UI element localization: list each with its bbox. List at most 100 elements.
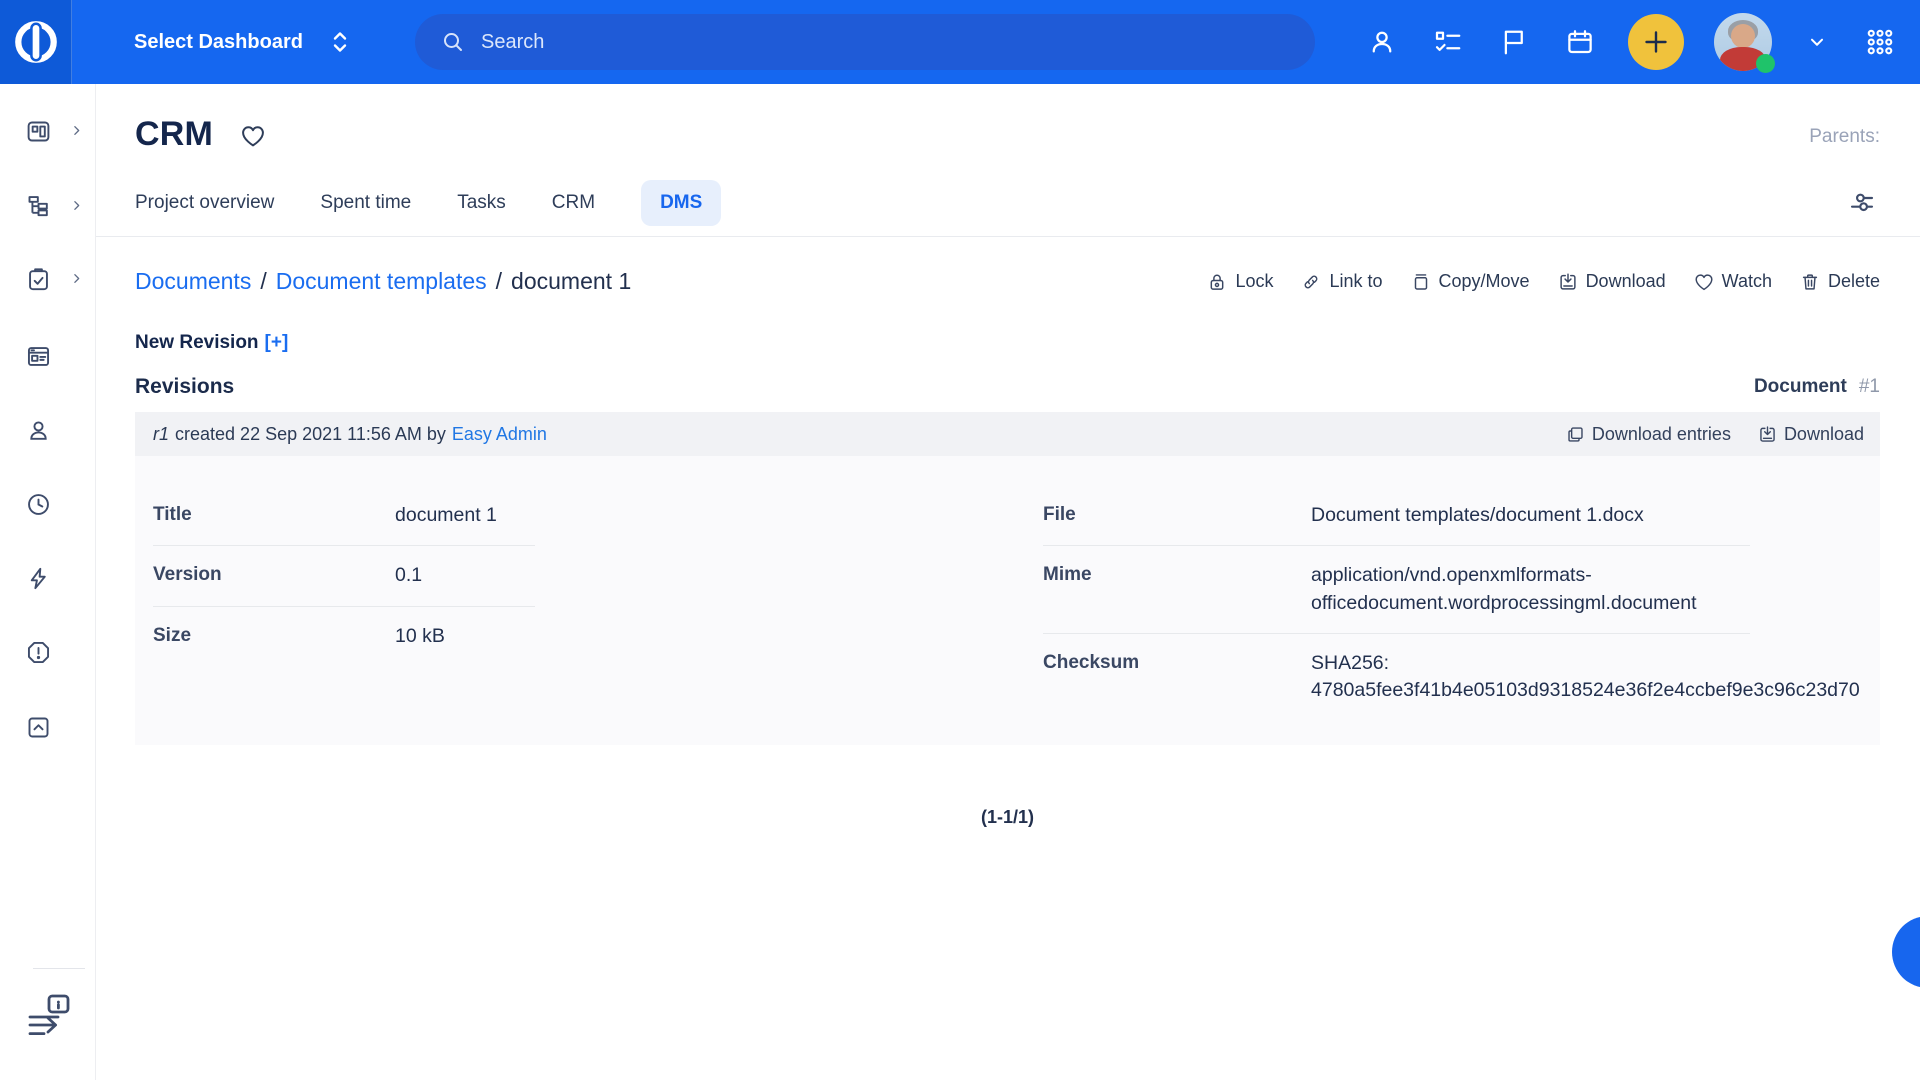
revision-details-right: File Document templates/document 1.docx … bbox=[1043, 486, 1750, 720]
document-number: #1 bbox=[1859, 376, 1880, 398]
tab-project-overview[interactable]: Project overview bbox=[135, 180, 274, 226]
heart-icon bbox=[1693, 271, 1715, 293]
detail-row-version: Version 0.1 bbox=[153, 546, 535, 606]
revision-card: r1 created 22 Sep 2021 11:56 AM by Easy … bbox=[135, 412, 1880, 745]
online-status-dot bbox=[1756, 54, 1775, 73]
header-divider bbox=[96, 236, 1920, 237]
watch-button[interactable]: Watch bbox=[1693, 271, 1772, 293]
detail-row-checksum: Checksum SHA256: 4780a5fee3f41b4e05103d9… bbox=[1043, 634, 1750, 721]
delete-button[interactable]: Delete bbox=[1799, 271, 1880, 293]
detail-value: 10 kB bbox=[395, 623, 535, 650]
flag-icon bbox=[1499, 27, 1529, 57]
detail-value: document 1 bbox=[395, 502, 535, 529]
project-tabs: Project overview Spent time Tasks CRM DM… bbox=[135, 178, 1880, 228]
lightning-icon bbox=[25, 565, 52, 592]
tab-dms[interactable]: DMS bbox=[641, 180, 721, 226]
expand-chevrons-icon bbox=[329, 29, 351, 55]
sidebar-item-quick-actions[interactable] bbox=[0, 554, 96, 602]
detail-row-title: Title document 1 bbox=[153, 486, 535, 546]
sidebar-item-pages[interactable] bbox=[0, 332, 96, 380]
breadcrumb-current-document: document 1 bbox=[511, 268, 631, 295]
link-to-button[interactable]: Link to bbox=[1300, 271, 1382, 293]
document-label: Document bbox=[1754, 376, 1847, 398]
search-input[interactable] bbox=[481, 31, 1261, 54]
quick-add-button[interactable] bbox=[1628, 14, 1684, 70]
easy-redmine-logo-icon bbox=[11, 17, 61, 67]
dashboard-selector[interactable]: Select Dashboard bbox=[134, 29, 351, 55]
revision-download-label: Download bbox=[1784, 424, 1864, 445]
revision-id: r1 bbox=[153, 424, 169, 445]
revisions-heading: Revisions bbox=[135, 375, 234, 399]
sidebar-item-dashboards[interactable] bbox=[0, 107, 96, 155]
download-button[interactable]: Download bbox=[1557, 271, 1666, 293]
detail-value: Document templates/document 1.docx bbox=[1311, 502, 1748, 529]
revision-author-link[interactable]: Easy Admin bbox=[452, 424, 547, 445]
detail-value: 0.1 bbox=[395, 562, 535, 589]
user-menu-button[interactable] bbox=[1364, 24, 1400, 60]
document-actions-toolbar: Lock Link to Copy/Move bbox=[1206, 271, 1880, 293]
new-revision-label: New Revision bbox=[135, 332, 259, 353]
topbar-actions bbox=[1364, 0, 1898, 84]
detail-label: Title bbox=[153, 502, 395, 529]
sidebar-item-updates[interactable] bbox=[0, 703, 96, 751]
tab-settings-button[interactable] bbox=[1846, 186, 1878, 218]
sidebar-item-time[interactable] bbox=[0, 480, 96, 528]
tab-tasks[interactable]: Tasks bbox=[457, 180, 506, 226]
dashboard-icon bbox=[25, 118, 52, 145]
user-icon bbox=[1367, 27, 1397, 57]
delete-label: Delete bbox=[1828, 271, 1880, 292]
profile-menu-caret[interactable] bbox=[1802, 27, 1832, 57]
sidebar-item-tasks[interactable] bbox=[0, 255, 96, 303]
link-icon bbox=[1300, 271, 1322, 293]
apps-grid-button[interactable] bbox=[1862, 24, 1898, 60]
new-revision-link[interactable]: New Revision [+] bbox=[135, 332, 288, 354]
revision-download-button[interactable]: Download bbox=[1757, 424, 1864, 445]
tasks-checklist-button[interactable] bbox=[1430, 24, 1466, 60]
new-revision-plus: [+] bbox=[265, 332, 289, 353]
search-bar[interactable] bbox=[415, 14, 1315, 70]
calendar-button[interactable] bbox=[1562, 24, 1598, 60]
chevron-up-square-icon bbox=[25, 714, 52, 741]
tab-crm[interactable]: CRM bbox=[552, 180, 595, 226]
breadcrumb-document-templates-link[interactable]: Document templates bbox=[276, 268, 487, 295]
project-header: CRM Parents: bbox=[135, 84, 1880, 162]
download-icon bbox=[1757, 424, 1778, 445]
document-toolbar-row: Documents / Document templates / documen… bbox=[135, 268, 1880, 295]
user-avatar[interactable] bbox=[1714, 13, 1772, 71]
sidebar-divider bbox=[33, 968, 85, 969]
link-to-label: Link to bbox=[1329, 271, 1382, 292]
copy-icon bbox=[1410, 271, 1432, 293]
download-label: Download bbox=[1586, 271, 1666, 292]
copy-move-label: Copy/Move bbox=[1439, 271, 1530, 292]
search-icon bbox=[441, 30, 465, 54]
detail-label: Mime bbox=[1043, 562, 1311, 617]
page-title: CRM bbox=[135, 115, 213, 154]
tab-spent-time[interactable]: Spent time bbox=[320, 180, 411, 226]
clock-icon bbox=[25, 491, 52, 518]
chevron-down-icon bbox=[1806, 31, 1828, 53]
tree-structure-icon bbox=[25, 193, 52, 220]
revision-details: Title document 1 Version 0.1 Size 10 kB … bbox=[135, 456, 1880, 745]
breadcrumb-separator: / bbox=[260, 268, 266, 295]
revision-details-left: Title document 1 Version 0.1 Size 10 kB bbox=[153, 486, 535, 666]
copy-move-button[interactable]: Copy/Move bbox=[1410, 271, 1530, 293]
checklist-icon bbox=[1433, 27, 1463, 57]
lock-label: Lock bbox=[1235, 271, 1273, 292]
sidebar-item-alerts[interactable] bbox=[0, 628, 96, 676]
user-icon bbox=[25, 417, 52, 444]
chevron-right-icon bbox=[70, 199, 83, 212]
browser-window-icon bbox=[25, 343, 52, 370]
pagination-indicator: (1-1/1) bbox=[135, 807, 1880, 828]
calendar-icon bbox=[1565, 27, 1595, 57]
breadcrumb-separator: / bbox=[496, 268, 502, 295]
sidebar-help-exit-button[interactable] bbox=[24, 990, 76, 1042]
download-entries-button[interactable]: Download entries bbox=[1565, 424, 1731, 445]
sidebar-item-projects-tree[interactable] bbox=[0, 182, 96, 230]
lock-button[interactable]: Lock bbox=[1206, 271, 1273, 293]
favorite-heart-icon[interactable] bbox=[239, 122, 267, 150]
breadcrumb-documents-link[interactable]: Documents bbox=[135, 268, 251, 295]
sidebar-item-users[interactable] bbox=[0, 406, 96, 454]
info-exit-icon bbox=[24, 990, 76, 1042]
flag-button[interactable] bbox=[1496, 24, 1532, 60]
app-logo[interactable] bbox=[0, 0, 72, 84]
